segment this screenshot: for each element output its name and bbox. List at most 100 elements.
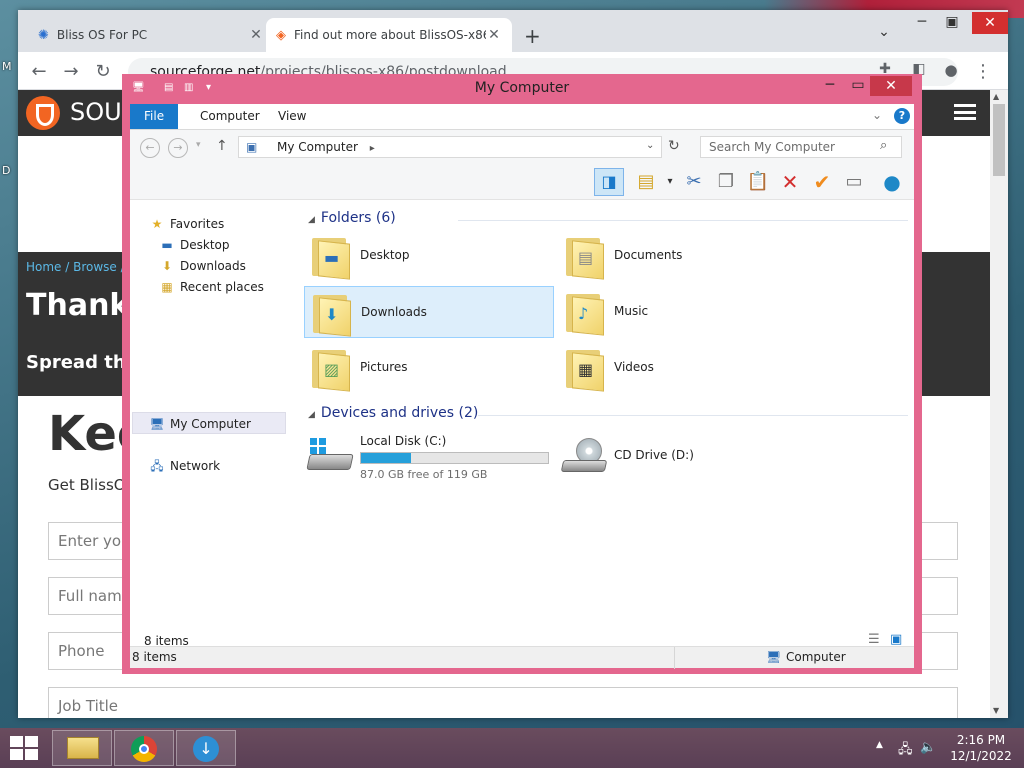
details-view-icon[interactable]: ☰ xyxy=(868,632,880,647)
pictures-folder-icon: ▨ xyxy=(310,346,350,392)
reload-icon[interactable]: ↻ xyxy=(92,61,114,82)
folder-videos[interactable]: ▦ Videos xyxy=(558,342,808,394)
folder-downloads[interactable]: ⬇ Downloads xyxy=(304,286,554,338)
drive-cd-d[interactable]: CD Drive (D:) xyxy=(558,430,808,486)
tab-bliss-os[interactable]: ✺ Bliss OS For PC ✕ xyxy=(28,18,274,52)
nav-network[interactable]: 🖧 Network xyxy=(148,456,220,476)
status-item-count: 8 items xyxy=(132,650,177,664)
tab-sourceforge[interactable]: ◈ Find out more about BlissOS-x86 ✕ xyxy=(266,18,512,52)
forward-icon[interactable]: → xyxy=(168,138,188,158)
folder-documents[interactable]: ▤ Documents xyxy=(558,230,808,282)
show-hidden-icons-icon[interactable]: ▲ xyxy=(876,740,883,750)
breadcrumb[interactable]: Home / Browse / S xyxy=(26,260,136,274)
close-tab-icon[interactable]: ✕ xyxy=(248,27,264,43)
minimize-icon[interactable]: ─ xyxy=(908,14,936,30)
folder-desktop[interactable]: ▬ Desktop xyxy=(304,230,554,282)
minimize-icon[interactable]: ─ xyxy=(816,77,844,93)
volume-icon[interactable]: 🔈 xyxy=(920,740,936,755)
qat-dropdown-icon[interactable]: ▾ xyxy=(206,82,211,93)
ribbon-expand-icon[interactable]: ⌄ xyxy=(872,108,882,122)
tab-computer[interactable]: Computer xyxy=(186,104,274,129)
cut-icon[interactable]: ✂ xyxy=(682,170,706,194)
section-text: Get BlissO xyxy=(48,476,126,494)
maximize-icon[interactable]: ▭ xyxy=(844,77,872,93)
network-icon[interactable]: 🖧 xyxy=(898,740,913,762)
collapse-icon[interactable]: ◢ xyxy=(308,410,315,420)
properties-icon[interactable]: ▤ xyxy=(164,82,173,93)
job-title-field[interactable]: Job Title xyxy=(48,687,958,718)
page-scrollbar[interactable] xyxy=(990,90,1008,718)
nav-favorites[interactable]: ★ Favorites xyxy=(148,214,225,234)
address-dropdown-icon[interactable]: ⌄ xyxy=(646,140,654,151)
new-folder-icon[interactable]: ▥ xyxy=(184,82,193,93)
new-tab-button[interactable]: + xyxy=(524,24,541,48)
copy-icon[interactable]: ❐ xyxy=(714,170,738,194)
nav-downloads[interactable]: ⬇ Downloads xyxy=(158,256,246,276)
address-field[interactable]: My Computer ▸ xyxy=(238,136,662,158)
clock-date: 12/1/2022 xyxy=(950,749,1012,763)
recent-locations-icon[interactable]: ▾ xyxy=(196,140,201,150)
sourceforge-favicon-icon: ◈ xyxy=(276,27,286,43)
taskbar-file-explorer[interactable] xyxy=(52,730,112,766)
nav-my-computer[interactable]: 🖥 My Computer xyxy=(148,414,251,434)
maximize-icon[interactable]: ▣ xyxy=(938,14,966,30)
sourceforge-logo-icon[interactable] xyxy=(26,96,60,130)
paste-icon[interactable]: 📋 xyxy=(746,170,770,194)
search-icon[interactable]: ⌕ xyxy=(880,138,887,153)
folders-group-header[interactable]: ◢ Folders (6) xyxy=(308,210,908,226)
start-button[interactable] xyxy=(10,736,38,760)
tab-view[interactable]: View xyxy=(264,104,320,129)
drive-local-disk-c[interactable]: Local Disk (C:) 87.0 GB free of 119 GB xyxy=(304,430,554,486)
nav-recent-places[interactable]: ▦ Recent places xyxy=(158,277,264,297)
close-tab-icon[interactable]: ✕ xyxy=(486,27,502,43)
help-icon[interactable]: ? xyxy=(894,108,910,124)
properties-dropdown-icon[interactable]: ▾ xyxy=(658,170,682,194)
forward-icon[interactable]: → xyxy=(60,61,82,82)
tab-search-icon[interactable]: ⌄ xyxy=(870,24,898,40)
globe-icon[interactable]: ● xyxy=(880,170,904,194)
scroll-down-icon[interactable]: ▼ xyxy=(993,706,999,715)
documents-folder-icon: ▤ xyxy=(564,234,604,280)
computer-icon: 🖥 xyxy=(766,650,782,664)
site-logo-text[interactable]: SOU xyxy=(70,98,122,126)
breadcrumb-arrow-icon[interactable]: ▸ xyxy=(370,143,375,154)
taskbar-download-manager[interactable]: ↓ xyxy=(176,730,236,766)
close-window-button[interactable]: ✕ xyxy=(972,12,1008,34)
delete-icon[interactable]: ✕ xyxy=(778,170,802,194)
file-explorer-icon xyxy=(67,737,99,759)
ribbon-tabs: File Computer View ⌄ ? xyxy=(130,104,914,130)
nav-desktop[interactable]: ▬ Desktop xyxy=(158,235,229,255)
disk-free-space: 87.0 GB free of 119 GB xyxy=(360,468,488,481)
scroll-up-icon[interactable]: ▲ xyxy=(993,92,999,101)
up-icon[interactable]: ↑ xyxy=(216,138,228,154)
close-window-button[interactable]: ✕ xyxy=(870,76,912,96)
taskbar-chrome[interactable] xyxy=(114,730,174,766)
menu-icon[interactable]: ⋮ xyxy=(972,61,994,82)
scrollbar-thumb[interactable] xyxy=(993,104,1005,176)
bliss-logo-icon: ✺ xyxy=(38,27,49,43)
refresh-icon[interactable]: ↻ xyxy=(668,138,680,154)
back-icon[interactable]: ← xyxy=(28,61,50,82)
rename-icon[interactable]: ▭ xyxy=(842,170,866,194)
downloads-folder-icon: ⬇ xyxy=(311,291,351,337)
folder-music[interactable]: ♪ Music xyxy=(558,286,808,338)
hamburger-menu-icon[interactable] xyxy=(954,104,976,120)
check-icon[interactable]: ✔ xyxy=(810,170,834,194)
tab-file[interactable]: File xyxy=(130,104,179,129)
profile-icon[interactable]: ● xyxy=(940,61,962,79)
search-input[interactable]: Search My Computer xyxy=(700,136,902,158)
large-icons-view-icon[interactable]: ▣ xyxy=(890,632,902,647)
folder-pictures[interactable]: ▨ Pictures xyxy=(304,342,554,394)
taskbar: ↓ ▲ 🖧 🔈 2:16 PM 12/1/2022 xyxy=(0,728,1024,768)
explorer-titlebar[interactable]: My Computer 🖥 ▤ ▥ ▾ ─ ▭ ✕ xyxy=(122,74,922,102)
download-manager-icon: ↓ xyxy=(193,736,219,762)
system-clock[interactable]: 2:16 PM 12/1/2022 xyxy=(944,732,1018,764)
properties-icon[interactable]: ▤ xyxy=(634,170,658,194)
drives-group-header[interactable]: ◢ Devices and drives (2) xyxy=(308,405,908,421)
back-icon[interactable]: ← xyxy=(140,138,160,158)
desktop-edge-text: D xyxy=(2,164,11,177)
recent-places-icon: ▦ xyxy=(161,280,173,294)
collapse-icon[interactable]: ◢ xyxy=(308,215,315,225)
preview-pane-icon[interactable]: ◨ xyxy=(594,168,624,196)
tab-title: Find out more about BlissOS-x86 xyxy=(294,28,486,42)
